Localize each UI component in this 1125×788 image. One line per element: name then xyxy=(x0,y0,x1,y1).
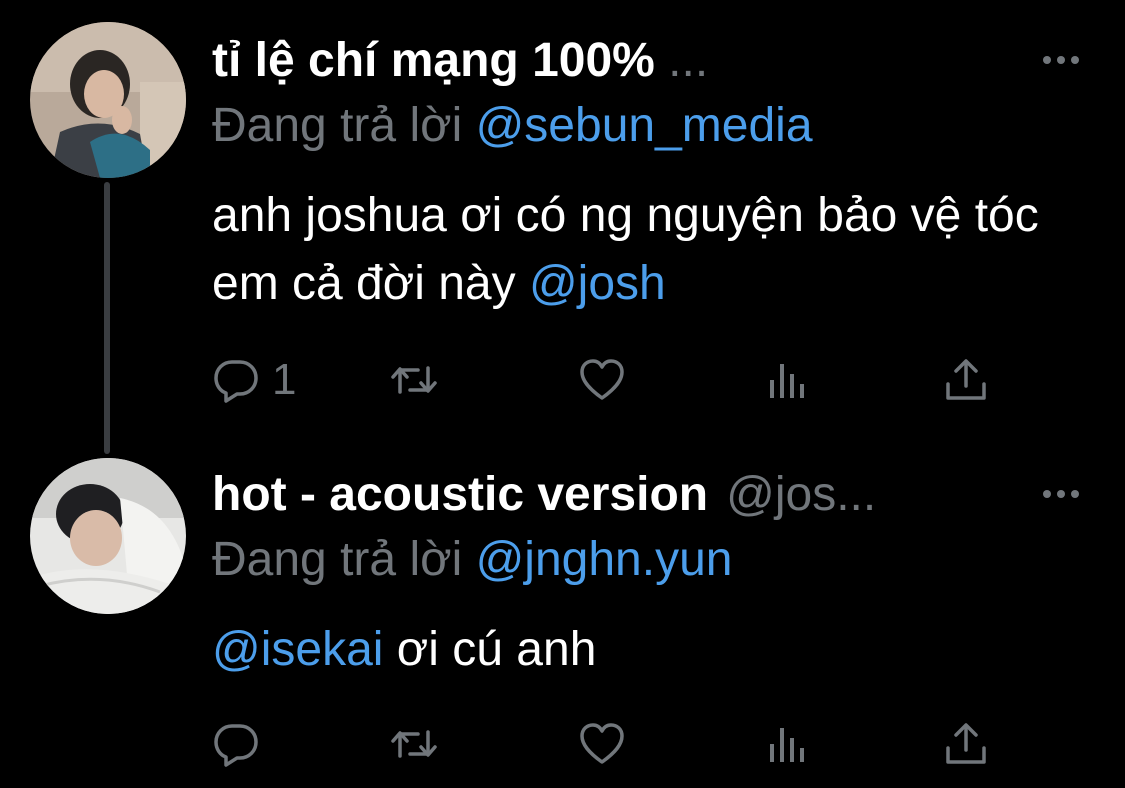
avatar-image xyxy=(30,22,186,178)
like-button[interactable] xyxy=(578,714,626,774)
retweet-button[interactable] xyxy=(390,714,438,774)
replying-to: Đang trả lời @jnghn.yun xyxy=(212,533,733,586)
views-button[interactable] xyxy=(764,714,812,774)
reply-to-mention[interactable]: @jnghn.yun xyxy=(476,533,733,586)
tweet-text: anh joshua ơi có ng nguyện bảo vệ tóc em… xyxy=(212,189,1039,310)
more-icon xyxy=(1043,56,1079,64)
display-name[interactable]: hot - acoustic version xyxy=(212,467,708,522)
more-icon xyxy=(1043,490,1079,498)
like-button[interactable] xyxy=(578,350,626,410)
reply-button[interactable]: 1 xyxy=(212,350,296,410)
more-options-button[interactable] xyxy=(1037,476,1085,512)
retweet-icon xyxy=(391,730,437,758)
tweet[interactable]: tỉ lệ chí mạng 100% ... Đang trả lời @se… xyxy=(0,0,1125,440)
tweet-header: tỉ lệ chí mạng 100% ... xyxy=(212,28,1085,92)
share-icon xyxy=(946,359,986,400)
retweet-icon xyxy=(391,366,437,394)
mention-link[interactable]: @josh xyxy=(529,257,666,310)
avatar[interactable] xyxy=(30,458,186,614)
views-icon xyxy=(770,728,804,762)
tweet-actions xyxy=(212,714,1012,774)
tweet-text: @isekai ơi cú anh xyxy=(212,623,597,676)
heart-icon xyxy=(580,359,624,400)
tweet-actions: 1 xyxy=(212,350,1012,410)
retweet-button[interactable] xyxy=(390,350,438,410)
avatar-image xyxy=(30,458,186,614)
share-button[interactable] xyxy=(942,714,990,774)
share-button[interactable] xyxy=(942,350,990,410)
display-name[interactable]: tỉ lệ chí mạng 100% ... xyxy=(212,33,708,88)
share-icon xyxy=(946,723,986,764)
mention-link[interactable]: @isekai xyxy=(212,623,383,676)
reply-icon xyxy=(214,724,258,767)
tweet[interactable]: hot - acoustic version @jos... Đang trả … xyxy=(0,440,1125,788)
user-handle[interactable]: @jos... xyxy=(726,467,876,522)
reply-icon xyxy=(214,360,258,403)
views-icon xyxy=(770,364,804,398)
more-options-button[interactable] xyxy=(1037,42,1085,78)
views-button[interactable] xyxy=(764,350,812,410)
reply-button[interactable] xyxy=(212,714,272,774)
replying-to: Đang trả lời @sebun_media xyxy=(212,99,813,152)
tweet-header: hot - acoustic version @jos... xyxy=(212,462,1085,526)
reply-to-mention[interactable]: @sebun_media xyxy=(476,99,813,152)
reply-count: 1 xyxy=(272,355,297,404)
heart-icon xyxy=(580,723,624,764)
avatar[interactable] xyxy=(30,22,186,178)
